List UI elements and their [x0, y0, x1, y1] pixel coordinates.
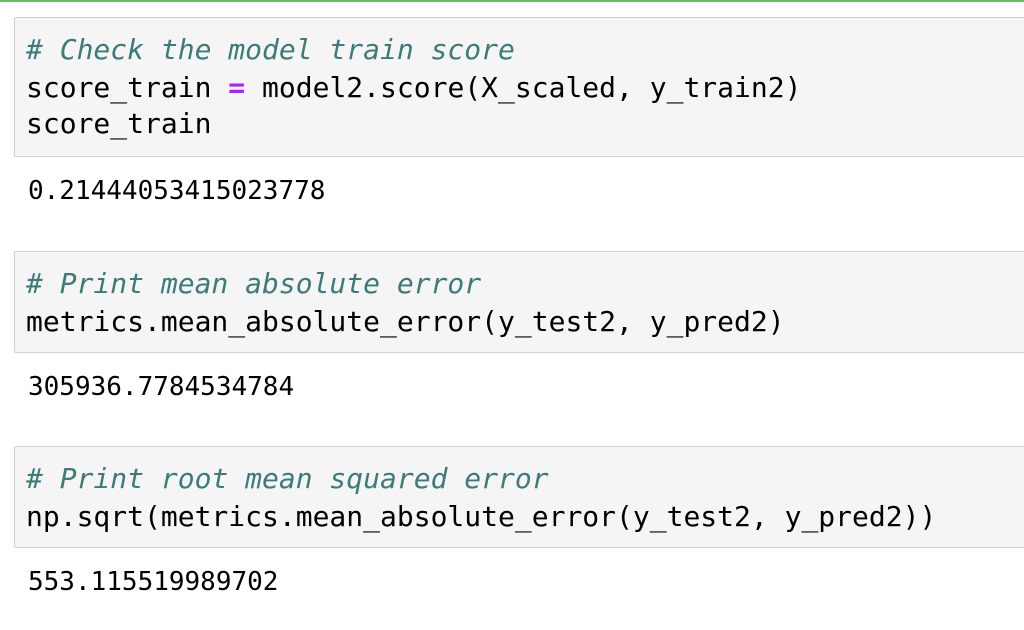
assignment-operator: = — [228, 71, 246, 104]
code-cell-input-1[interactable]: # Check the model train score score_trai… — [14, 17, 1024, 157]
code-cell-input-3[interactable]: # Print root mean squared error np.sqrt(… — [14, 446, 1024, 548]
code-line: np.sqrt(metrics.mean_absolute_error(y_te… — [26, 500, 937, 533]
cell-output-1: 0.21444053415023778 — [28, 176, 326, 206]
code-line: score_train — [26, 107, 212, 140]
code-line: metrics.mean_absolute_error(y_test2, y_p… — [26, 305, 785, 338]
code-line: score_train = model2.score(X_scaled, y_t… — [26, 70, 801, 106]
code-comment: # Print root mean squared error — [26, 462, 549, 495]
code-comment: # Check the model train score — [26, 33, 515, 66]
cell-output-3: 553.115519989702 — [28, 567, 279, 597]
code-token: score_train — [26, 71, 229, 104]
cell-output-2: 305936.7784534784 — [28, 372, 295, 402]
selected-cell-border — [0, 0, 1024, 2]
code-token: model2.score(X_scaled, y_train2) — [245, 71, 802, 104]
code-comment: # Print mean absolute error — [26, 267, 482, 300]
code-cell-input-2[interactable]: # Print mean absolute error metrics.mean… — [14, 251, 1024, 353]
